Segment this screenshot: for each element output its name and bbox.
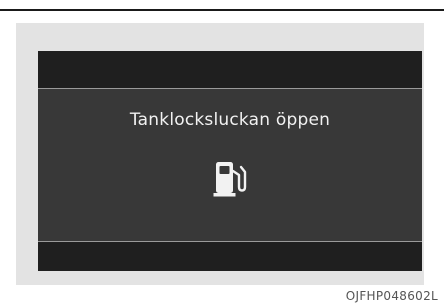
display-top-bar: [38, 51, 422, 89]
warning-message: Tanklocksluckan öppen: [129, 110, 331, 130]
cluster-display: Tanklocksluckan öppen: [38, 51, 422, 271]
page: Tanklocksluckan öppen OJFHP048602L: [0, 0, 444, 308]
fuel-pump-icon: [213, 162, 247, 197]
figure-code: OJFHP048602L: [345, 289, 438, 303]
top-divider: [0, 9, 444, 11]
display-bottom-bar: [38, 241, 422, 271]
